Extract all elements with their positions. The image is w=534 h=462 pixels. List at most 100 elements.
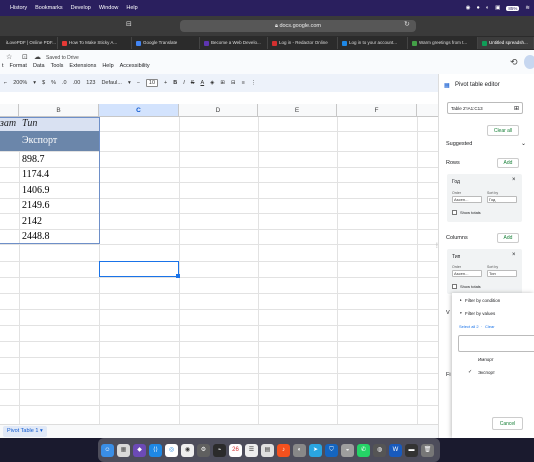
keyboard-icon[interactable]: ▣ xyxy=(495,5,500,11)
finder-icon[interactable]: ☺ xyxy=(101,443,114,457)
rows-add-button[interactable]: Add xyxy=(497,158,519,168)
vscode-icon[interactable]: ⟨⟩ xyxy=(149,443,162,457)
menu-help[interactable]: Help xyxy=(102,63,113,69)
menu-tools[interactable]: Tools xyxy=(51,63,64,69)
cloud-status-icon[interactable]: ☁ xyxy=(34,53,41,61)
word-icon[interactable]: W xyxy=(389,443,402,457)
whatsapp-icon[interactable]: ✆ xyxy=(357,443,370,457)
sortby-select[interactable]: Год xyxy=(487,196,517,203)
drag-handle-icon[interactable]: ⋮ xyxy=(434,242,440,249)
column-header-d[interactable]: D xyxy=(179,104,258,117)
zoom-select[interactable]: 200% xyxy=(13,80,27,86)
font-size-decrease-icon[interactable]: − xyxy=(137,80,140,86)
menu-extensions[interactable]: Extensions xyxy=(69,63,96,69)
activity-icon[interactable]: ⌁ xyxy=(213,443,226,457)
column-header-a[interactable] xyxy=(0,104,19,117)
filter-option-export[interactable]: Экспорт xyxy=(478,370,495,375)
column-header-c[interactable]: C xyxy=(99,104,179,117)
select-all-link[interactable]: Select all 2 xyxy=(459,324,479,329)
sortby-select[interactable]: Тип xyxy=(487,270,517,277)
grid-select-icon[interactable]: ⊞ xyxy=(514,105,519,112)
menu-window[interactable]: Window xyxy=(99,5,119,11)
tab-1[interactable]: How To Make Sticky A... xyxy=(58,37,132,49)
chevron-down-icon[interactable]: ⌄ xyxy=(521,140,526,147)
clear-all-button[interactable]: Clear all xyxy=(487,125,519,136)
borders-icon[interactable]: ⊞ xyxy=(220,80,225,86)
filter-search-input[interactable] xyxy=(458,335,534,352)
calendar-icon[interactable]: 26 xyxy=(229,443,242,457)
font-select[interactable]: Defaul... xyxy=(101,80,121,86)
show-totals-checkbox[interactable] xyxy=(452,284,457,289)
menu-edit-partial[interactable]: t xyxy=(2,63,4,69)
share-button[interactable] xyxy=(524,55,534,69)
paint-format-icon[interactable]: ⌐ xyxy=(4,80,7,86)
font-size-increase-icon[interactable]: + xyxy=(164,80,167,86)
sidebar-toggle-icon[interactable]: ⊟ xyxy=(126,20,132,28)
fill-color-icon[interactable]: ◈ xyxy=(210,80,214,86)
fill-handle[interactable] xyxy=(176,274,180,278)
safari-icon[interactable]: ◎ xyxy=(165,443,178,457)
utility-icon[interactable]: ◒ xyxy=(341,443,354,457)
menu-format[interactable]: Format xyxy=(10,63,27,69)
tab-0[interactable]: iLovePDF | Online PDF... xyxy=(0,37,58,49)
chrome-icon[interactable]: ◉ xyxy=(181,443,194,457)
tab-2[interactable]: Google Translate xyxy=(132,37,200,49)
caret-down-icon[interactable]: ▾ xyxy=(460,311,462,315)
filter-option-import[interactable]: Импорт xyxy=(478,357,494,362)
settings-gear-icon[interactable]: ⚙ xyxy=(197,443,210,457)
menu-develop[interactable]: Develop xyxy=(71,5,91,11)
tab-5[interactable]: Log in to your account... xyxy=(338,37,408,49)
decimal-decrease-icon[interactable]: .0 xyxy=(62,80,67,86)
column-header-f[interactable]: F xyxy=(337,104,417,117)
music-icon[interactable]: ♪ xyxy=(277,443,290,457)
wifi-icon[interactable]: ≋ xyxy=(525,5,530,11)
italic-button[interactable]: I xyxy=(183,80,185,86)
preview-icon[interactable]: ▤ xyxy=(261,443,274,457)
tab-6[interactable]: Warm greetings from t... xyxy=(408,37,478,49)
stacks-icon[interactable]: ◆ xyxy=(133,443,146,457)
decimal-increase-icon[interactable]: .00 xyxy=(73,80,81,86)
show-totals-checkbox[interactable] xyxy=(452,210,457,215)
move-folder-icon[interactable]: ⊡ xyxy=(22,53,28,61)
clear-link[interactable]: Clear xyxy=(485,324,495,329)
menu-help[interactable]: Help xyxy=(126,5,137,11)
sound-icon[interactable]: ◐ xyxy=(486,5,489,11)
more-formats-icon[interactable]: 123 xyxy=(86,80,95,86)
app-icon[interactable]: ◐ xyxy=(293,443,306,457)
filter-by-values[interactable]: Filter by values xyxy=(465,311,495,316)
close-icon[interactable]: × xyxy=(512,177,516,183)
strikethrough-button[interactable]: S xyxy=(191,80,195,86)
history-icon[interactable]: ⟲ xyxy=(510,57,518,68)
order-select[interactable]: Ascen... xyxy=(452,196,482,203)
user-icon[interactable]: ● xyxy=(477,5,480,11)
percent-button[interactable]: % xyxy=(51,80,56,86)
launchpad-icon[interactable]: ▦ xyxy=(117,443,130,457)
range-input[interactable]: Table 2'!A1:C13 ⊞ xyxy=(447,102,523,114)
column-header-b[interactable]: B xyxy=(19,104,99,117)
more-icon[interactable]: ⋮ xyxy=(251,80,257,86)
order-select[interactable]: Ascen... xyxy=(452,270,482,277)
sheet-tab-pivot[interactable]: Pivot Table 1 ▾ xyxy=(3,426,47,437)
caret-right-icon[interactable]: ▸ xyxy=(460,298,462,302)
column-header-e[interactable]: E xyxy=(258,104,337,117)
tab-active[interactable]: Untitled spreadsh... xyxy=(478,37,534,49)
selected-cell[interactable] xyxy=(99,261,179,277)
battery-icon[interactable]: 85% xyxy=(506,5,520,11)
menu-history[interactable]: History xyxy=(10,5,27,11)
text-color-icon[interactable]: A xyxy=(200,80,204,86)
address-bar[interactable]: 🔒︎ docs.google.com xyxy=(180,20,416,32)
columns-add-button[interactable]: Add xyxy=(497,233,519,243)
menu-bookmarks[interactable]: Bookmarks xyxy=(35,5,63,11)
app-icon[interactable]: ◍ xyxy=(373,443,386,457)
close-icon[interactable]: × xyxy=(512,252,516,258)
terminal-icon[interactable]: ▬ xyxy=(405,443,418,457)
chevron-down-icon[interactable]: ▾ xyxy=(128,80,131,86)
tab-4[interactable]: Log in - Redactor Online xyxy=(268,37,338,49)
menu-accessibility[interactable]: Accessibility xyxy=(120,63,150,69)
reminders-icon[interactable]: ☰ xyxy=(245,443,258,457)
font-size-input[interactable]: 10 xyxy=(145,79,159,87)
align-icon[interactable]: ≡ xyxy=(242,80,245,86)
check-icon[interactable]: ✓ xyxy=(468,369,472,375)
filter-by-condition[interactable]: Filter by condition xyxy=(465,298,500,303)
tab-3[interactable]: Become a Web Develo... xyxy=(200,37,268,49)
